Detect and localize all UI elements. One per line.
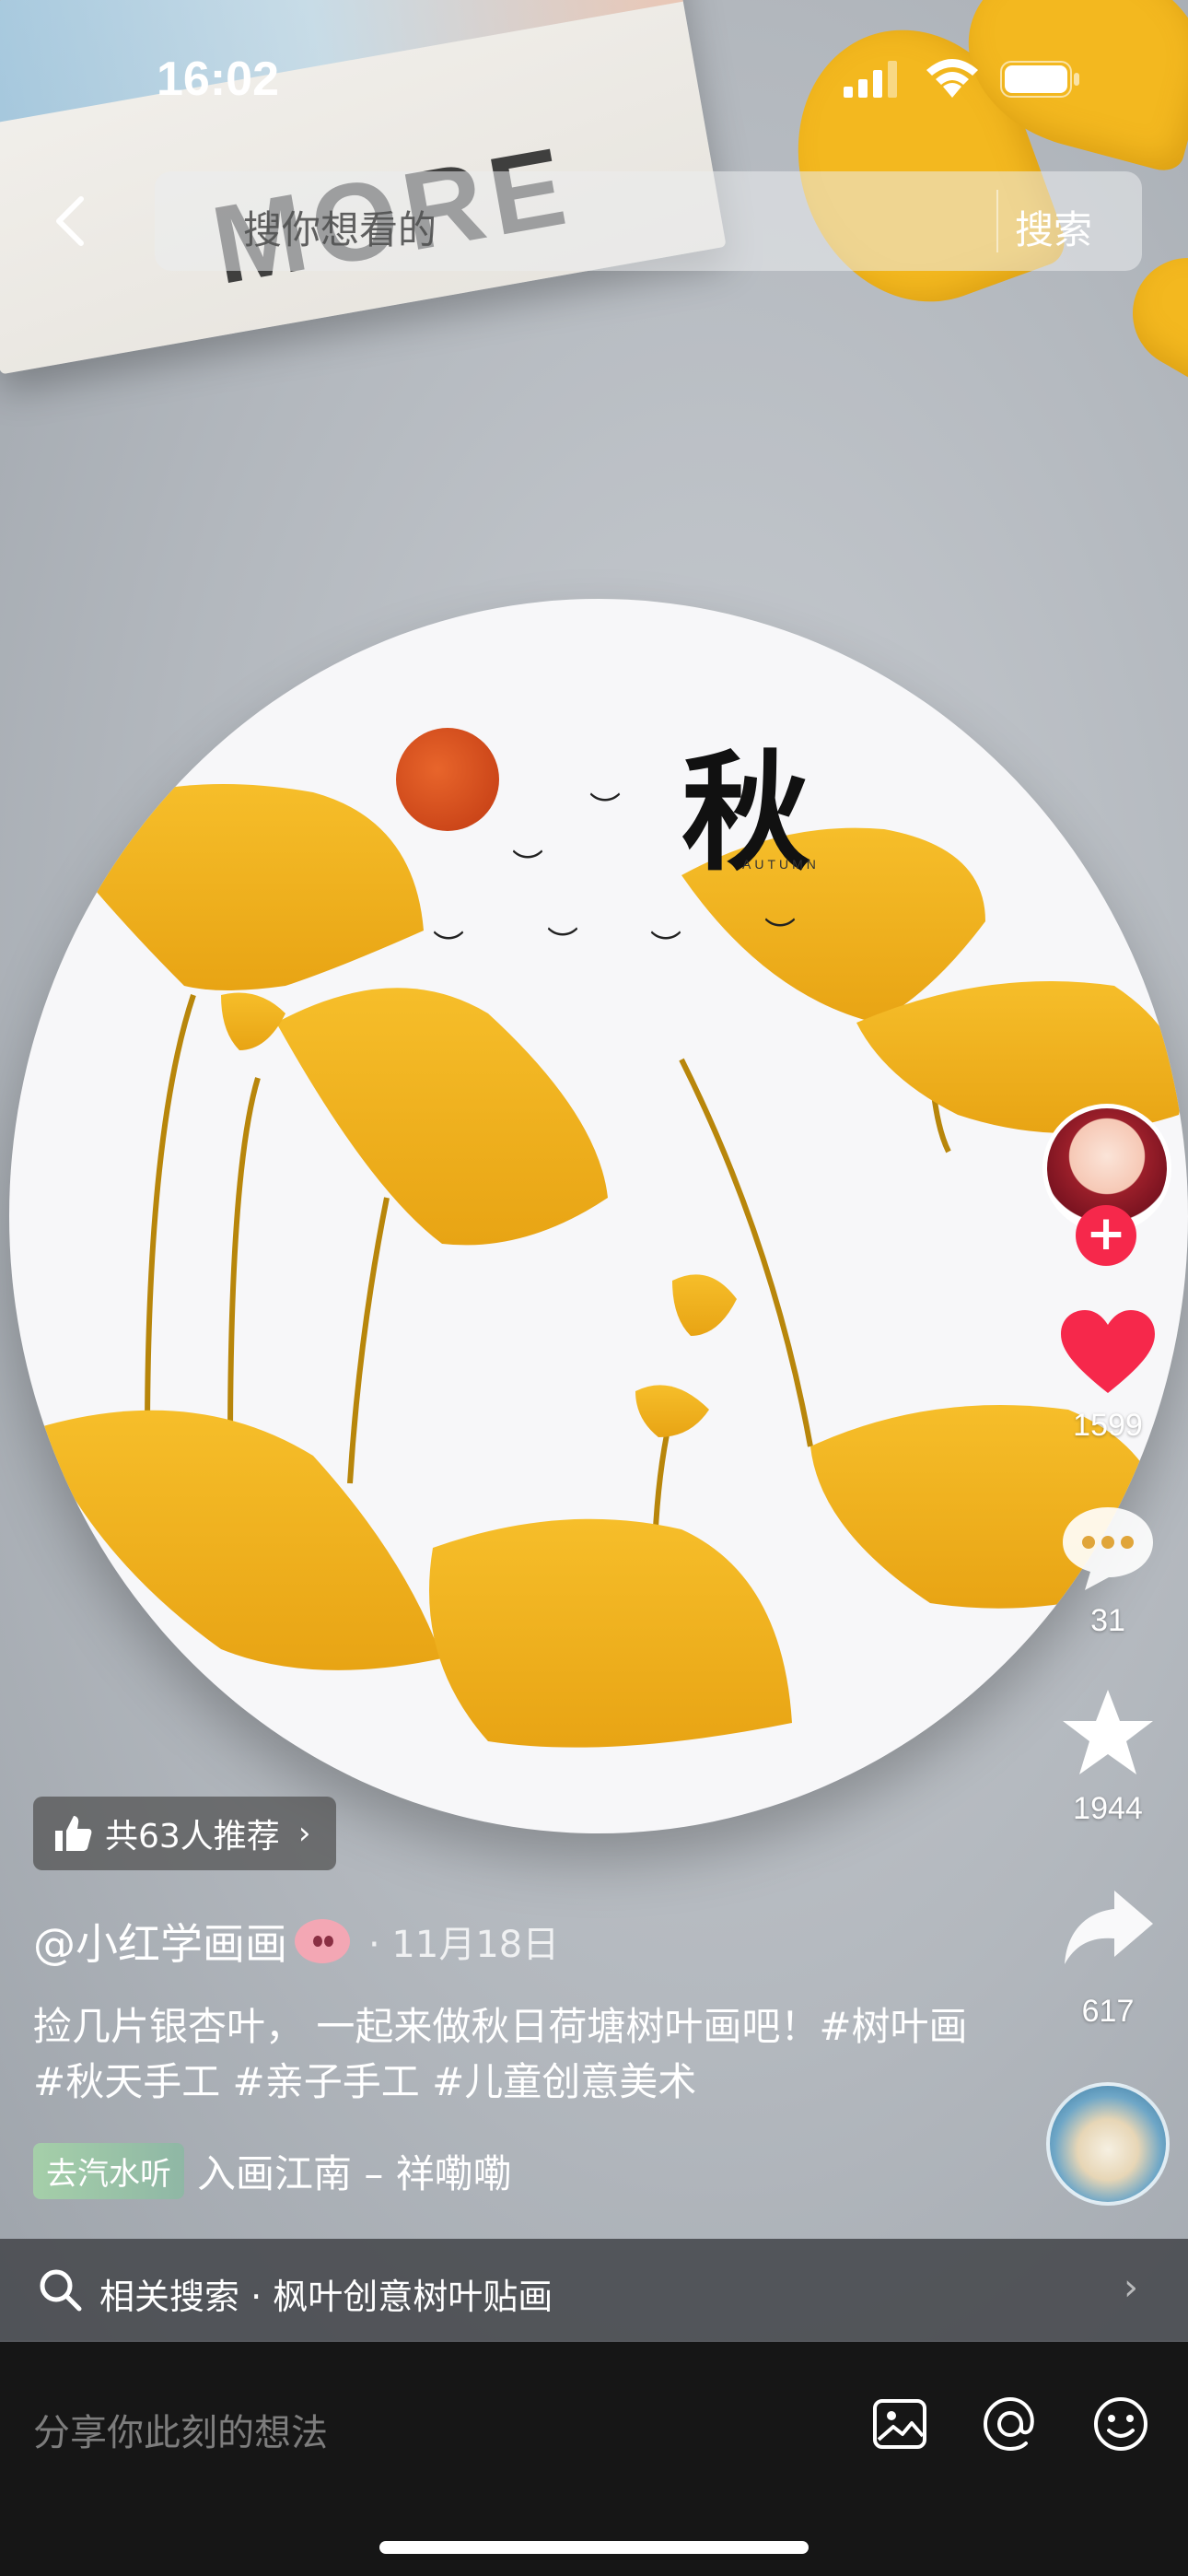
red-sun	[396, 728, 499, 831]
clock: 16:02	[157, 53, 279, 106]
thumbs-up-icon	[55, 1816, 92, 1851]
music-app-tag[interactable]: 去汽水听	[33, 2143, 184, 2199]
chevron-right-icon: ›	[1124, 2266, 1138, 2309]
search-icon	[40, 2269, 82, 2312]
wifi-icon	[926, 59, 978, 98]
mention-at-icon[interactable]	[980, 2394, 1041, 2454]
post-description[interactable]: 捡几片银杏叶， 一起来做秋日荷塘树叶画吧！#树叶画 #秋天手工 #亲子手工 #儿…	[33, 1999, 991, 2110]
favorite-star-icon[interactable]	[1057, 1686, 1159, 1778]
recommend-badge[interactable]: 共63人推荐 ›	[33, 1797, 337, 1870]
comment-input[interactable]: 分享你此刻的想法	[33, 2403, 328, 2456]
back-button[interactable]	[44, 193, 99, 249]
post-date: · 11月18日	[368, 1924, 560, 1966]
search-bar[interactable]: 搜你想看的 搜索	[155, 171, 1142, 271]
search-input[interactable]: 搜你想看的	[243, 199, 437, 255]
comment-bar: 分享你此刻的想法	[0, 2342, 1188, 2576]
bird-icon: ︶	[764, 916, 796, 953]
bird-icon: ︶	[433, 929, 464, 966]
share-arrow-icon[interactable]	[1057, 1883, 1159, 1975]
autumn-subtitle: AUTUMN	[742, 857, 820, 872]
related-search-bar[interactable]: 相关搜索 · 枫叶创意树叶贴画 ›	[0, 2239, 1188, 2342]
status-bar: 16:02	[0, 0, 1188, 157]
emoji-icon[interactable]	[1090, 2394, 1151, 2454]
battery-icon	[1000, 61, 1079, 98]
video-background[interactable]: MORE	[0, 0, 1188, 2340]
comment-count: 31	[1090, 1603, 1125, 1638]
author-name[interactable]: @小红学画画	[33, 1911, 287, 1972]
image-icon[interactable]	[869, 2394, 930, 2454]
favorite-count: 1944	[1073, 1791, 1143, 1826]
chevron-right-icon: ›	[297, 1815, 311, 1852]
bird-icon: ︶	[589, 790, 621, 827]
recommend-text: 共63人推荐	[105, 1818, 280, 1856]
pig-emoji-icon	[295, 1919, 350, 1963]
music-row[interactable]: 去汽水听 入画江南 – 祥嘞嘞	[33, 2143, 512, 2199]
share-count: 617	[1081, 1994, 1135, 2029]
bird-icon: ︶	[650, 929, 681, 966]
comment-bubble-icon[interactable]	[1057, 1502, 1159, 1594]
author-line: @小红学画画 · 11月18日	[33, 1911, 559, 1972]
search-button[interactable]: 搜索	[1015, 199, 1092, 255]
bird-icon: ︶	[547, 925, 578, 962]
follow-button[interactable]: +	[1076, 1205, 1136, 1266]
like-count: 1599	[1073, 1408, 1143, 1443]
cellular-signal-icon	[844, 61, 897, 98]
music-disc[interactable]	[1046, 2082, 1170, 2206]
like-heart-icon[interactable]	[1057, 1308, 1159, 1400]
related-search-text: 相关搜索 · 枫叶创意树叶贴画	[99, 2277, 553, 2317]
search-divider	[996, 190, 998, 252]
bird-icon: ︶	[512, 848, 543, 884]
music-name[interactable]: 入画江南 – 祥嘞嘞	[197, 2143, 512, 2199]
home-indicator	[379, 2541, 809, 2554]
